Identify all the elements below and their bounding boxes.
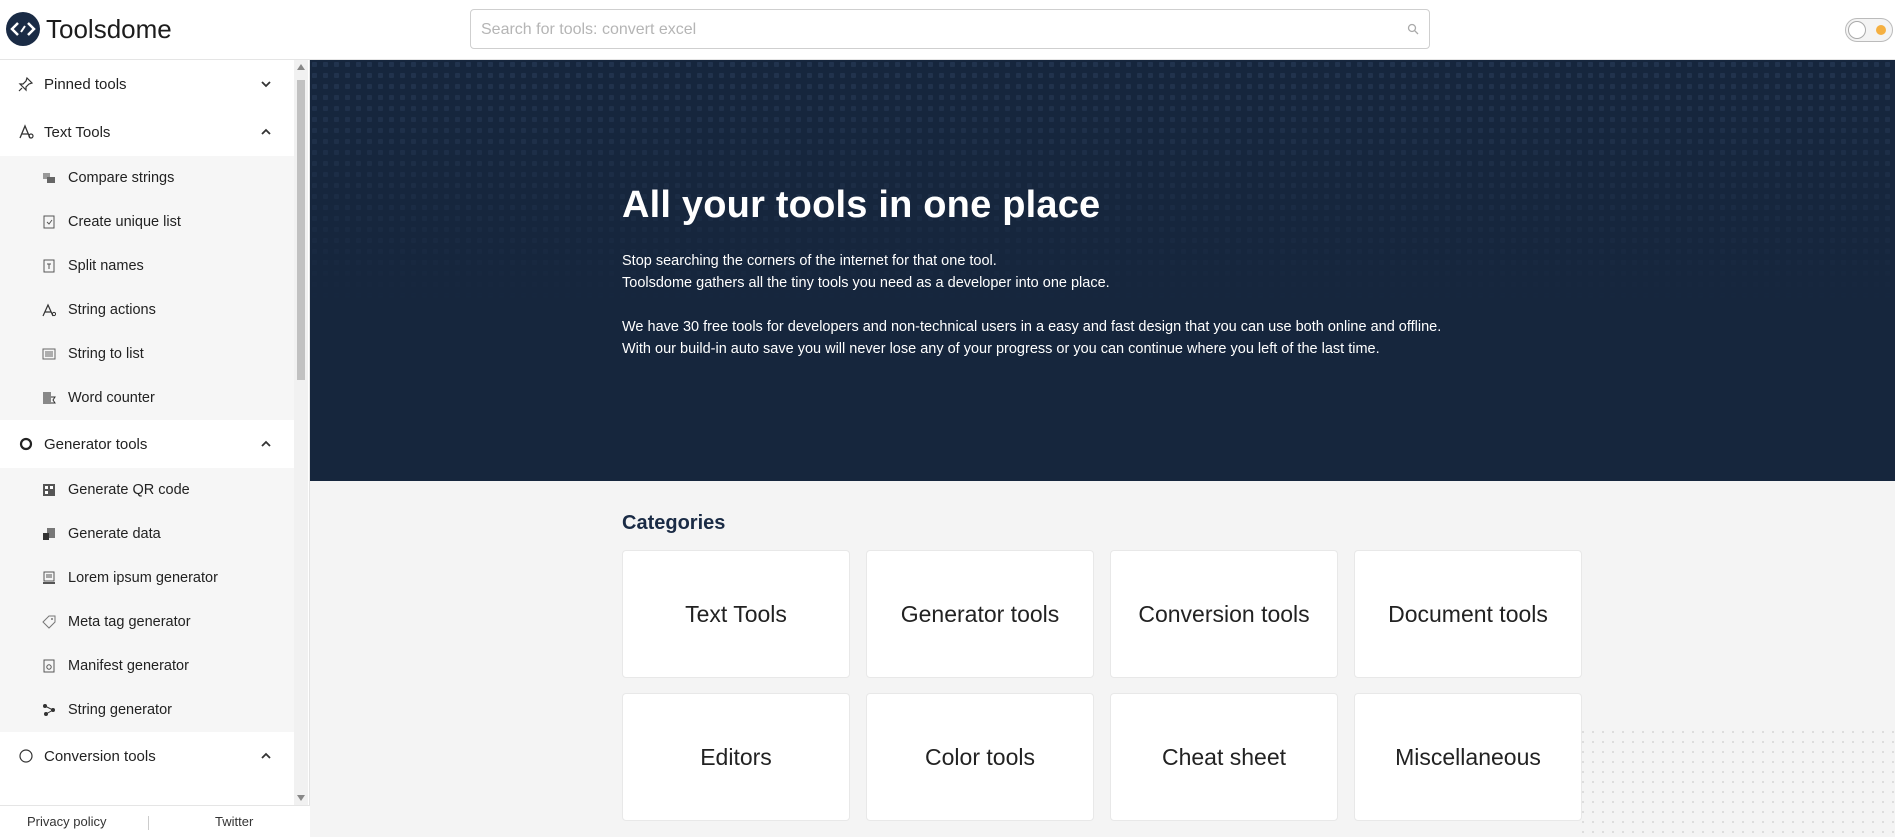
sidebar-category-label: Generator tools bbox=[44, 435, 148, 453]
sidebar-item-generate-qr-code[interactable]: Generate QR code bbox=[0, 468, 294, 512]
category-card-color-tools[interactable]: Color tools bbox=[866, 693, 1094, 821]
footer-divider bbox=[148, 816, 149, 830]
sidebar-footer: Privacy policy Twitter bbox=[0, 805, 310, 837]
sidebar-item-label: String actions bbox=[68, 302, 156, 318]
gear-icon bbox=[19, 437, 33, 451]
sidebar-item-label: Word counter bbox=[68, 390, 155, 406]
sidebar-item-label: Manifest generator bbox=[68, 658, 189, 674]
category-card-document-tools[interactable]: Document tools bbox=[1354, 550, 1582, 678]
text-icon bbox=[19, 124, 34, 139]
sidebar-item-meta-tag-generator[interactable]: Meta tag generator bbox=[0, 600, 294, 644]
sidebar-item-string-actions[interactable]: String actions bbox=[0, 288, 294, 332]
sidebar-item-compare-strings[interactable]: Compare strings bbox=[0, 156, 294, 200]
theme-toggle[interactable] bbox=[1845, 18, 1893, 42]
category-card-label: Miscellaneous bbox=[1395, 743, 1541, 770]
sidebar-item-lorem-ipsum-generator[interactable]: Lorem ipsum generator bbox=[0, 556, 294, 600]
chevron-up-icon bbox=[261, 128, 271, 135]
search-input[interactable] bbox=[481, 18, 1381, 42]
list-icon bbox=[42, 348, 56, 360]
counter-icon bbox=[43, 392, 56, 404]
category-card-label: Generator tools bbox=[900, 600, 1060, 627]
search-icon[interactable] bbox=[1407, 23, 1419, 35]
category-card-label: Cheat sheet bbox=[1161, 743, 1287, 770]
category-card-miscellaneous[interactable]: Miscellaneous bbox=[1354, 693, 1582, 821]
category-card-cheat-sheet[interactable]: Cheat sheet bbox=[1110, 693, 1338, 821]
categories-section: Categories Text Tools Generator tools Co… bbox=[310, 481, 1895, 837]
sidebar-category-text-tools[interactable]: Text Tools bbox=[0, 108, 294, 156]
hero-text-line: Toolsdome gathers all the tiny tools you… bbox=[622, 275, 1110, 291]
qr-icon bbox=[43, 484, 55, 496]
sidebar-item-label: Meta tag generator bbox=[68, 614, 191, 630]
sidebar-item-label: String generator bbox=[68, 702, 172, 718]
hero-text-line: Stop searching the corners of the intern… bbox=[622, 253, 997, 269]
sidebar-category-pinned-tools[interactable]: Pinned tools bbox=[0, 60, 294, 108]
scroll-up-arrow-icon[interactable] bbox=[297, 64, 305, 70]
sidebar-category-label: Pinned tools bbox=[44, 75, 127, 93]
sidebar-item-word-counter[interactable]: Word counter bbox=[0, 376, 294, 420]
category-card-label: Text Tools bbox=[685, 600, 787, 627]
manifest-icon bbox=[43, 659, 55, 673]
brand-name[interactable]: Toolsdome bbox=[46, 14, 172, 45]
sidebar-item-label: Generate QR code bbox=[68, 482, 190, 498]
split-icon bbox=[43, 259, 55, 273]
category-card-editors[interactable]: Editors bbox=[622, 693, 850, 821]
sidebar-item-label: Compare strings bbox=[68, 170, 175, 186]
sidebar-scrollbar[interactable] bbox=[294, 60, 308, 805]
text-tools-list: Compare strings Create unique list Split… bbox=[0, 156, 294, 420]
category-card-label: Conversion tools bbox=[1138, 600, 1310, 627]
sidebar-item-label: Generate data bbox=[68, 526, 161, 542]
sidebar-item-label: Split names bbox=[68, 258, 144, 274]
generator-tools-list: Generate QR code Generate data Lorem ips… bbox=[0, 468, 294, 732]
sidebar-item-label: Lorem ipsum generator bbox=[68, 570, 218, 586]
scrollbar-thumb[interactable] bbox=[297, 80, 305, 380]
chevron-down-icon bbox=[261, 81, 271, 88]
search-box bbox=[470, 9, 1430, 49]
sidebar-item-label: String to list bbox=[68, 346, 144, 362]
toggle-knob bbox=[1848, 21, 1866, 39]
sidebar-category-conversion-tools[interactable]: Conversion tools bbox=[0, 732, 294, 780]
privacy-policy-link[interactable]: Privacy policy bbox=[27, 814, 106, 829]
sidebar-item-split-names[interactable]: Split names bbox=[0, 244, 294, 288]
category-card-generator-tools[interactable]: Generator tools bbox=[866, 550, 1094, 678]
sidebar-category-label: Text Tools bbox=[44, 123, 111, 141]
sidebar-nav: Pinned tools Text Tools Compare strings … bbox=[0, 60, 294, 805]
tag-icon bbox=[42, 615, 56, 629]
categories-title: Categories bbox=[622, 512, 726, 534]
unique-list-icon bbox=[43, 215, 55, 229]
circle-icon bbox=[19, 749, 33, 763]
toolsdome-logo-icon[interactable] bbox=[6, 12, 40, 46]
sidebar-item-create-unique-list[interactable]: Create unique list bbox=[0, 200, 294, 244]
top-header: Toolsdome bbox=[0, 0, 1895, 60]
category-card-text-tools[interactable]: Text Tools bbox=[622, 550, 850, 678]
sidebar-item-string-generator[interactable]: String generator bbox=[0, 688, 294, 732]
chevron-up-icon bbox=[261, 440, 271, 447]
string-actions-icon bbox=[42, 303, 56, 317]
sidebar-category-generator-tools[interactable]: Generator tools bbox=[0, 420, 294, 468]
category-card-conversion-tools[interactable]: Conversion tools bbox=[1110, 550, 1338, 678]
category-card-label: Color tools bbox=[925, 743, 1035, 770]
twitter-link[interactable]: Twitter bbox=[215, 814, 253, 829]
hero-text-line: With our build-in auto save you will nev… bbox=[622, 341, 1380, 357]
compare-icon bbox=[43, 173, 55, 183]
sun-icon bbox=[1876, 25, 1886, 35]
chevron-up-icon bbox=[261, 752, 271, 759]
pin-icon bbox=[18, 76, 34, 92]
sidebar: Pinned tools Text Tools Compare strings … bbox=[0, 60, 310, 837]
sidebar-item-generate-data[interactable]: Generate data bbox=[0, 512, 294, 556]
data-icon bbox=[43, 528, 55, 540]
hero-dot-pattern bbox=[310, 60, 1895, 481]
lorem-icon bbox=[43, 571, 55, 584]
sidebar-item-string-to-list[interactable]: String to list bbox=[0, 332, 294, 376]
hero-text-line: We have 30 free tools for developers and… bbox=[622, 319, 1442, 335]
category-card-label: Document tools bbox=[1388, 600, 1548, 627]
sidebar-item-manifest-generator[interactable]: Manifest generator bbox=[0, 644, 294, 688]
category-card-label: Editors bbox=[700, 743, 772, 770]
hero-title: All your tools in one place bbox=[622, 184, 1101, 226]
molecule-icon bbox=[43, 704, 55, 716]
scroll-down-arrow-icon[interactable] bbox=[297, 795, 305, 801]
background-dot-pattern bbox=[1580, 729, 1895, 837]
sidebar-category-label: Conversion tools bbox=[44, 747, 156, 765]
hero-banner: All your tools in one place Stop searchi… bbox=[310, 60, 1895, 481]
sidebar-item-label: Create unique list bbox=[68, 214, 181, 230]
